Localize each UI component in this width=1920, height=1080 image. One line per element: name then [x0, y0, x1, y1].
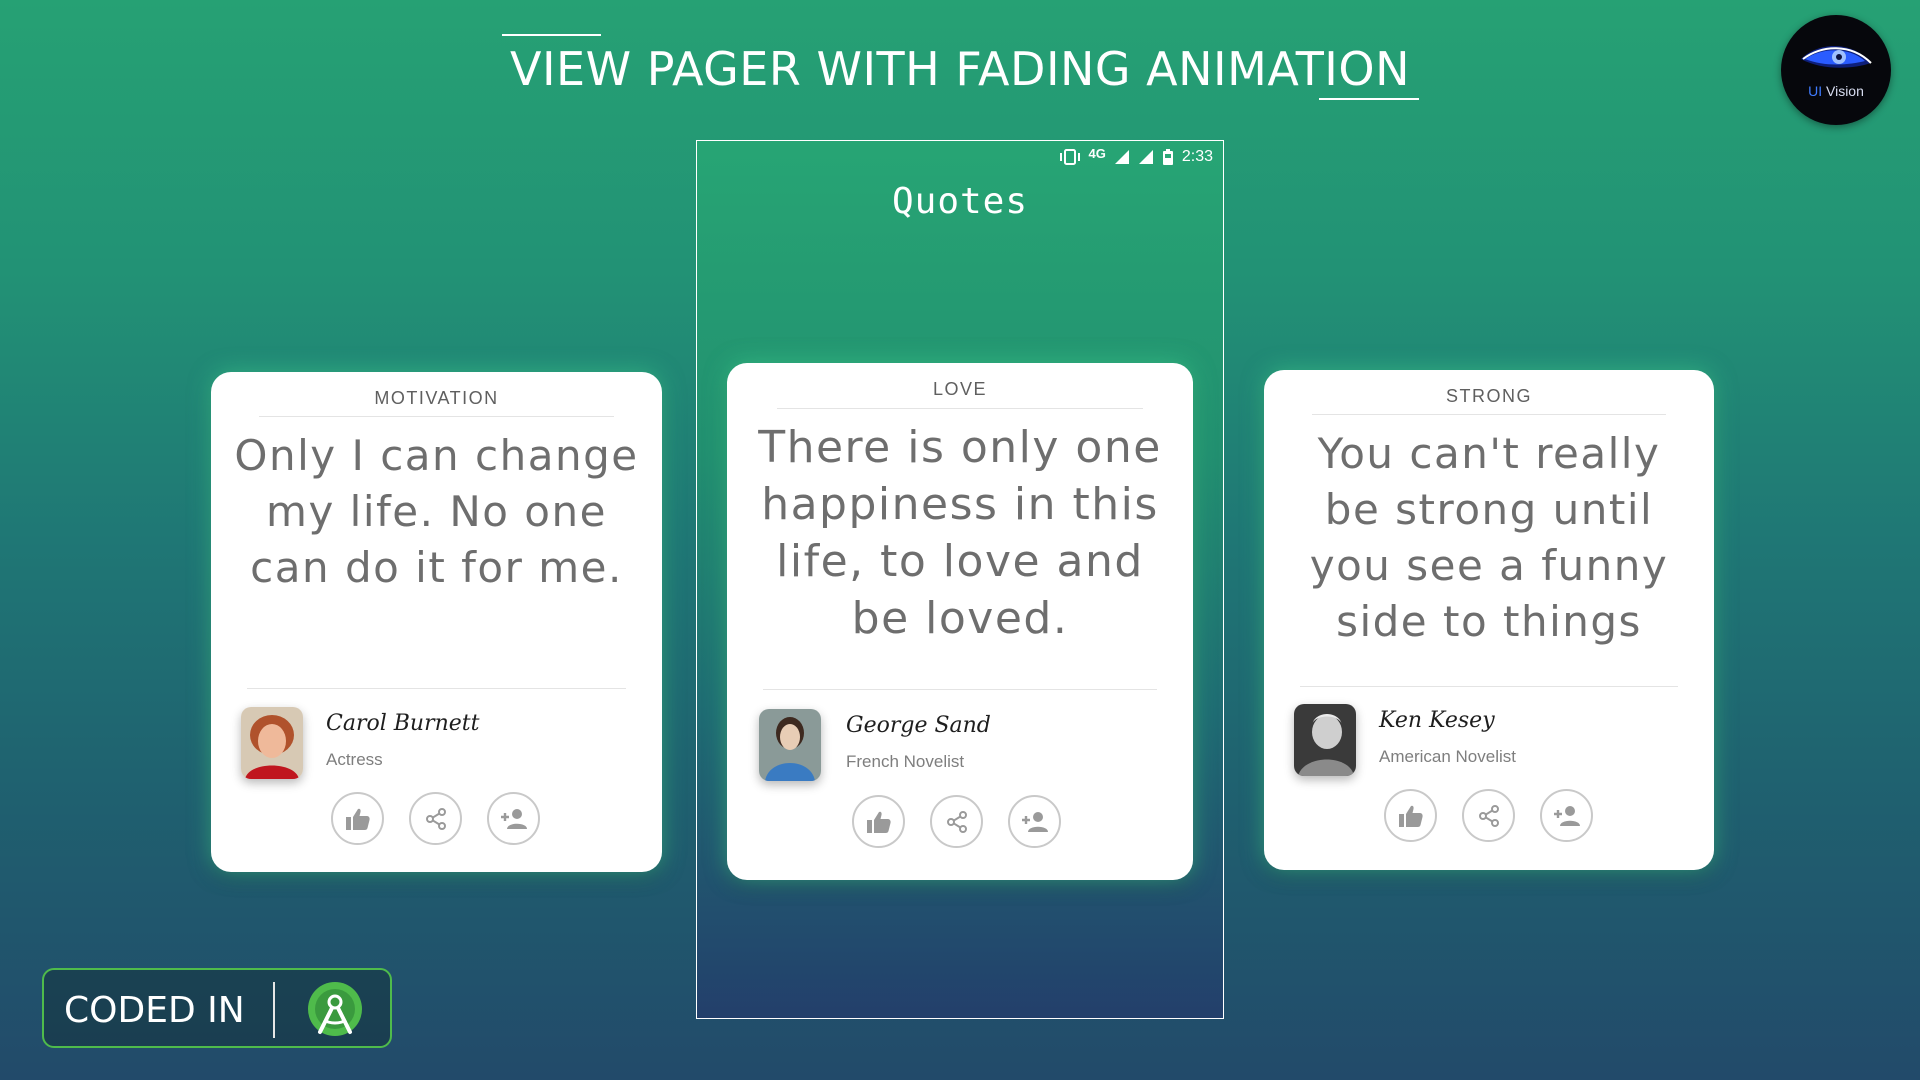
card-actions [331, 792, 540, 845]
author-role: Actress [326, 750, 383, 769]
logo-text: UI Vision [1781, 83, 1891, 99]
author-name: Ken Kesey [1379, 708, 1495, 733]
app-title: Quotes [891, 181, 1029, 222]
share-icon [946, 810, 967, 833]
like-button[interactable] [331, 792, 384, 845]
author-avatar [241, 707, 303, 779]
add-person-icon [1553, 805, 1580, 826]
title-top-underline [502, 34, 601, 36]
like-button[interactable] [852, 795, 905, 848]
author-avatar [759, 709, 821, 781]
card-category: STRONG [1445, 386, 1532, 406]
card-divider-top [777, 408, 1143, 409]
author-role: American Novelist [1379, 747, 1516, 766]
page-title: VIEW PAGER WITH FADING ANIMATION [510, 42, 1410, 96]
card-divider-bottom [1300, 686, 1678, 687]
author-avatar [1294, 704, 1356, 776]
share-icon [1478, 804, 1499, 827]
eye-logo-icon [1801, 45, 1872, 68]
ui-vision-logo: UI Vision [1781, 15, 1891, 125]
signal-icon-2 [1138, 150, 1153, 164]
quote-text: There is only one happiness in this life… [758, 422, 1162, 644]
network-type: 4G [1088, 145, 1106, 161]
woman-portrait-icon [241, 707, 303, 779]
share-button[interactable] [409, 792, 462, 845]
coded-in-badge: CODED IN [42, 968, 392, 1048]
author-role: French Novelist [846, 752, 965, 771]
status-time: 2:33 [1181, 148, 1213, 165]
title-bottom-underline [1319, 98, 1419, 100]
author-name: Carol Burnett [326, 711, 480, 736]
woman-portrait-icon [759, 709, 821, 781]
thumbs-up-icon [1398, 805, 1423, 827]
card-category: LOVE [932, 379, 988, 399]
thumbs-up-icon [866, 811, 891, 833]
logo-text-ui: UI [1808, 83, 1823, 99]
vibrate-icon [1059, 149, 1080, 165]
card-actions [1384, 789, 1593, 842]
share-button[interactable] [930, 795, 983, 848]
card-divider-bottom [763, 689, 1157, 690]
quote-card-motivation[interactable]: MOTIVATION Only I can change my life. No… [211, 372, 662, 872]
quote-text: Only I can change my life. No one can do… [234, 431, 639, 592]
like-button[interactable] [1384, 789, 1437, 842]
signal-icon [1114, 150, 1129, 164]
status-bar: 4G 2:33 [1059, 145, 1213, 169]
follow-button[interactable] [487, 792, 540, 845]
battery-icon [1162, 149, 1173, 165]
quote-card-love[interactable]: LOVE There is only one happiness in this… [727, 363, 1193, 880]
card-divider-bottom [247, 688, 626, 689]
follow-button[interactable] [1540, 789, 1593, 842]
quote-text: You can't really be strong until you see… [1309, 429, 1669, 646]
card-category: MOTIVATION [374, 388, 499, 408]
add-person-icon [1021, 811, 1048, 832]
badge-separator [273, 982, 275, 1038]
share-button[interactable] [1462, 789, 1515, 842]
logo-text-vision: Vision [1826, 83, 1864, 99]
follow-button[interactable] [1008, 795, 1061, 848]
card-divider-top [1312, 414, 1666, 415]
add-person-icon [500, 808, 527, 829]
man-portrait-icon [1294, 704, 1356, 776]
quote-card-strong[interactable]: STRONG You can't really be strong until … [1264, 370, 1714, 870]
card-actions [852, 795, 1061, 848]
android-studio-icon [308, 982, 362, 1036]
thumbs-up-icon [345, 808, 370, 830]
card-divider-top [259, 416, 614, 417]
author-name: George Sand [846, 713, 991, 738]
share-icon [425, 807, 446, 830]
coded-in-label: CODED IN [64, 990, 245, 1031]
